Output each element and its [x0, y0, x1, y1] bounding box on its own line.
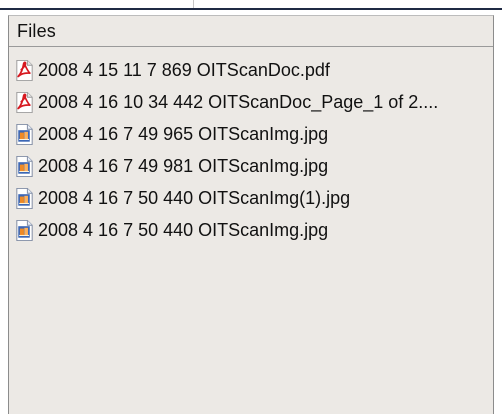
file-name: 2008 4 16 7 50 440 OITScanImg(1).jpg: [38, 188, 351, 208]
pdf-icon: [12, 58, 36, 82]
file-name: 2008 4 16 7 50 440 OITScanImg.jpg: [38, 220, 329, 240]
file-name: 2008 4 16 10 34 442 OITScanDoc_Page_1 of…: [38, 92, 439, 112]
image-file-icon: [12, 218, 36, 242]
file-list-item[interactable]: 2008 4 15 11 7 869 OITScanDoc.pdf: [9, 54, 493, 86]
image-file-icon: [12, 122, 36, 146]
image-file-icon: [12, 186, 36, 210]
files-header-title: Files: [17, 21, 57, 41]
file-name: 2008 4 16 7 49 965 OITScanImg.jpg: [38, 124, 329, 144]
files-header: Files: [9, 16, 493, 47]
top-divider: [193, 0, 194, 8]
file-list-item[interactable]: 2008 4 16 7 49 965 OITScanImg.jpg: [9, 118, 493, 150]
file-name: 2008 4 15 11 7 869 OITScanDoc.pdf: [38, 60, 330, 80]
file-name: 2008 4 16 7 49 981 OITScanImg.jpg: [38, 156, 329, 176]
file-list-item[interactable]: 2008 4 16 7 49 981 OITScanImg.jpg: [9, 150, 493, 182]
screen: Files 2008 4 15 11 7 869 OITScanDoc.pdf: [0, 0, 502, 414]
image-file-icon: [12, 154, 36, 178]
file-list-item[interactable]: 2008 4 16 7 50 440 OITScanImg(1).jpg: [9, 182, 493, 214]
top-window-edge: [0, 0, 502, 10]
file-list-item[interactable]: 2008 4 16 10 34 442 OITScanDoc_Page_1 of…: [9, 86, 493, 118]
file-list: 2008 4 15 11 7 869 OITScanDoc.pdf 2008 4…: [9, 47, 493, 414]
files-panel: Files 2008 4 15 11 7 869 OITScanDoc.pdf: [8, 15, 494, 414]
pdf-icon: [12, 90, 36, 114]
file-list-item[interactable]: 2008 4 16 7 50 440 OITScanImg.jpg: [9, 214, 493, 246]
